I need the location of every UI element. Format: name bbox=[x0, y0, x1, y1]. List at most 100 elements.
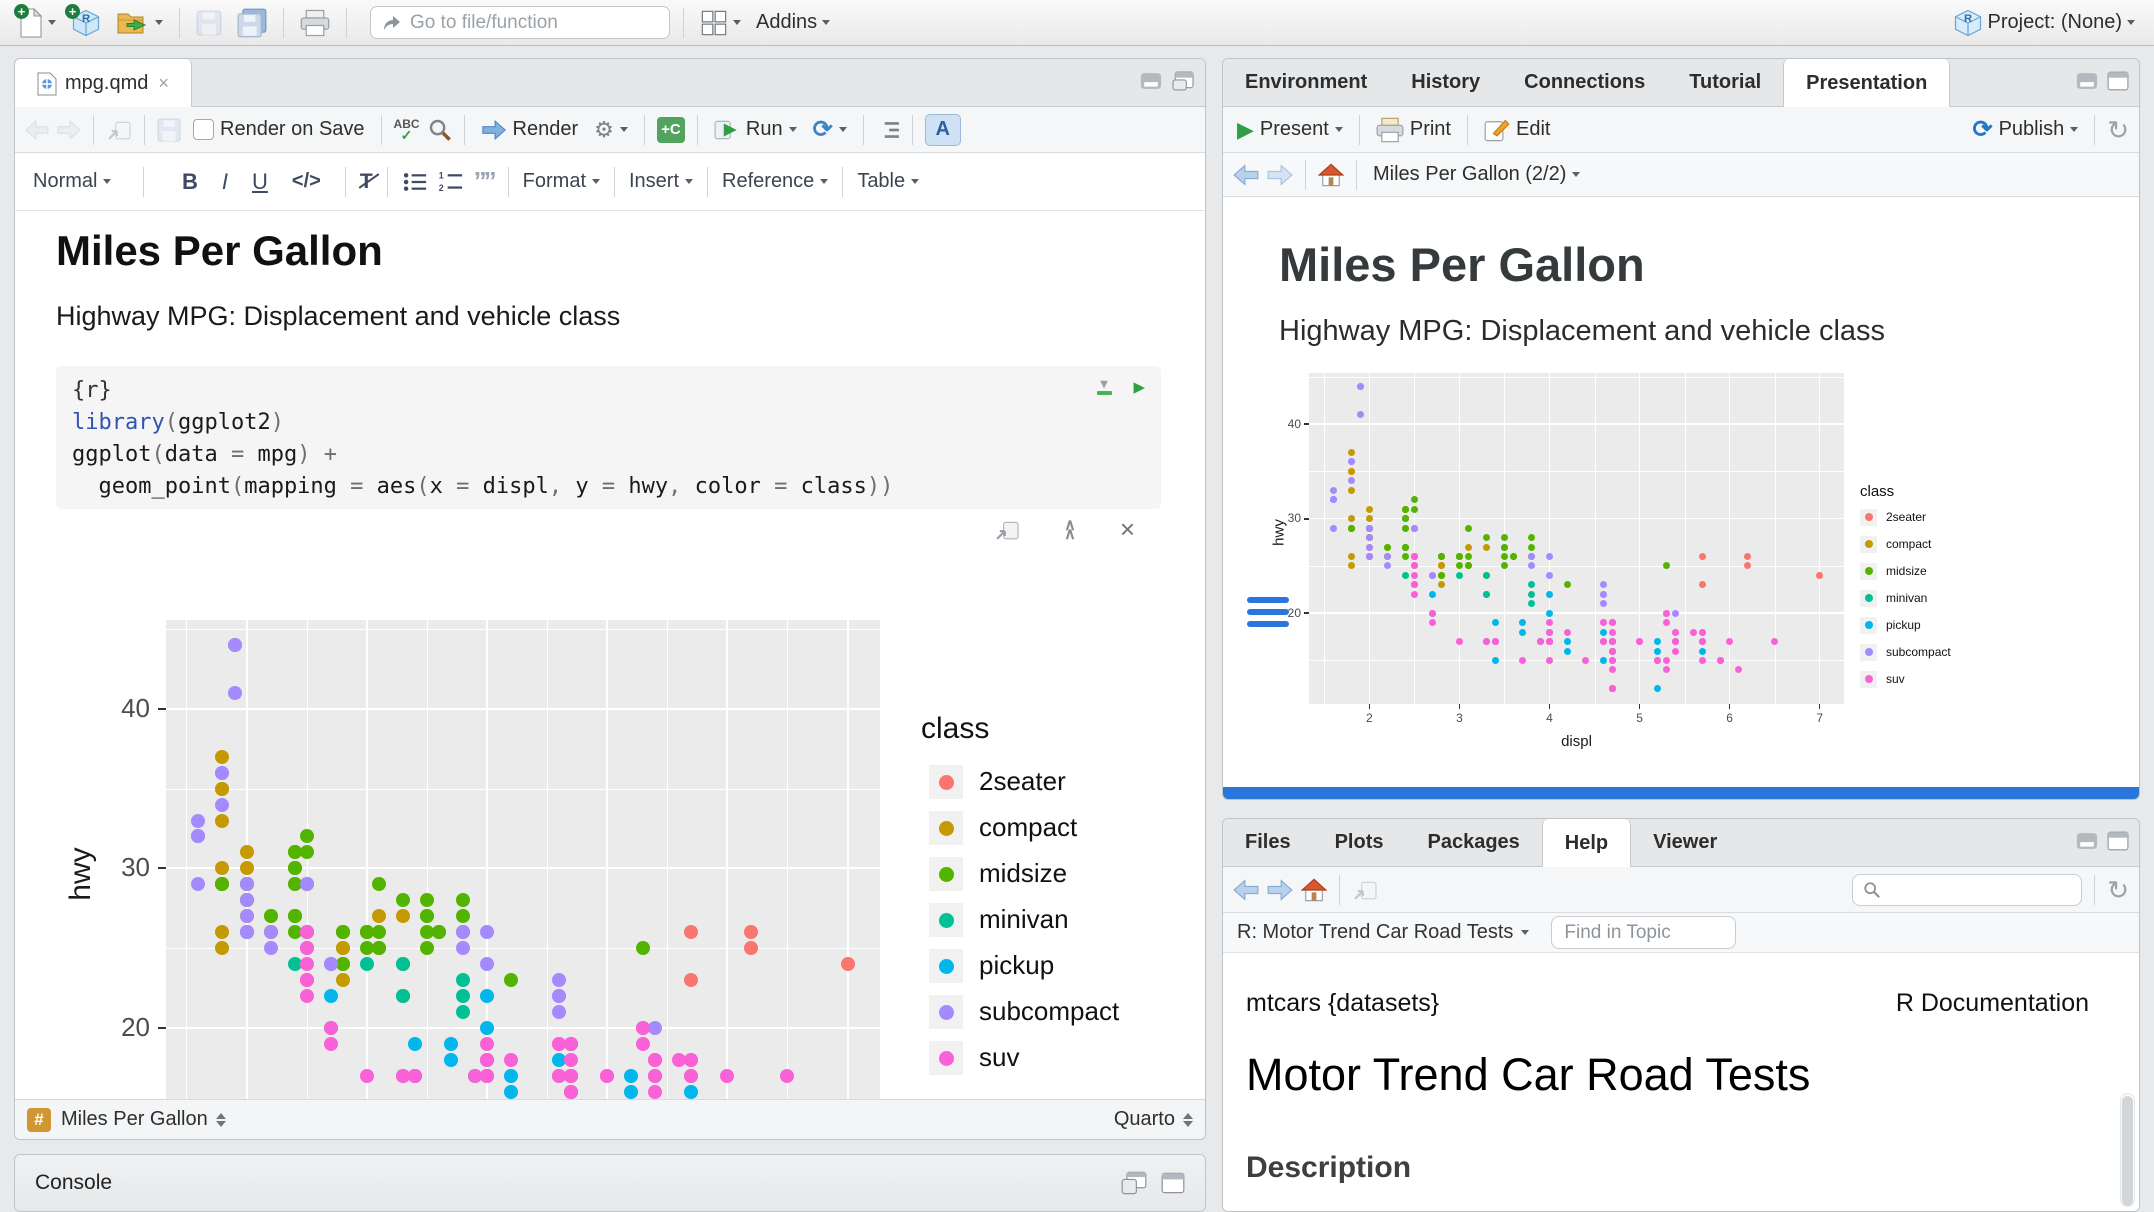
data-point bbox=[648, 1053, 662, 1067]
render-on-save-checkbox[interactable] bbox=[193, 119, 214, 140]
help-forward-icon[interactable] bbox=[1267, 879, 1293, 901]
collapse-output-icon[interactable]: ∧∧ bbox=[1064, 521, 1076, 539]
popout-help-icon[interactable] bbox=[1352, 879, 1378, 901]
new-file-button[interactable]: + bbox=[16, 5, 59, 41]
save-all-button[interactable] bbox=[234, 5, 270, 41]
render-on-save-toggle[interactable]: Render on Save bbox=[189, 116, 369, 143]
run-chunk-icon[interactable]: ▶ bbox=[1134, 378, 1145, 397]
save-icon[interactable] bbox=[157, 118, 181, 142]
visual-editor-toggle[interactable]: A bbox=[925, 114, 961, 146]
print-presentation-button[interactable]: Print bbox=[1372, 115, 1455, 145]
open-file-caret bbox=[155, 20, 163, 25]
goto-file-input[interactable] bbox=[410, 12, 640, 34]
present-button[interactable]: ▶ Present bbox=[1233, 116, 1347, 143]
tab-close-icon[interactable]: × bbox=[158, 73, 169, 94]
find-in-topic-box[interactable] bbox=[1551, 916, 1736, 949]
minimize-pane-icon[interactable] bbox=[2075, 832, 2099, 850]
home-icon[interactable] bbox=[1318, 163, 1344, 187]
help-home-icon[interactable] bbox=[1301, 878, 1327, 902]
tab-files[interactable]: Files bbox=[1223, 819, 1313, 866]
help-search-box[interactable] bbox=[1852, 874, 2082, 906]
tab-history[interactable]: History bbox=[1389, 59, 1502, 106]
tab-presentation[interactable]: Presentation bbox=[1783, 59, 1950, 108]
rerun-button[interactable]: ⟳ bbox=[809, 116, 851, 144]
presentation-toolbar: ▶ Present Print Edit ⟳ Publish ↻ bbox=[1223, 107, 2139, 153]
maximize-pane-icon[interactable] bbox=[1171, 71, 1195, 91]
search-icon[interactable] bbox=[428, 118, 452, 142]
forward-icon[interactable] bbox=[57, 120, 81, 140]
tab-viewer[interactable]: Viewer bbox=[1631, 819, 1739, 866]
refresh-icon[interactable]: ↻ bbox=[2107, 117, 2129, 143]
code-format-button[interactable]: </> bbox=[292, 170, 321, 193]
slide-menu-icon[interactable] bbox=[1247, 597, 1289, 627]
edit-presentation-button[interactable]: Edit bbox=[1480, 116, 1554, 144]
table-menu[interactable]: Table bbox=[857, 170, 919, 193]
find-in-topic-input[interactable] bbox=[1564, 922, 1723, 944]
outline-toggle-icon[interactable] bbox=[876, 120, 900, 140]
italic-button[interactable]: I bbox=[222, 169, 228, 195]
run-button[interactable]: Run bbox=[710, 116, 801, 143]
slide-back-icon[interactable] bbox=[1233, 164, 1259, 186]
panes-layout-button[interactable] bbox=[697, 5, 744, 41]
data-point bbox=[372, 925, 386, 939]
code-chunk[interactable]: {r} library(ggplot2)ggplot(data = mpg) +… bbox=[56, 366, 1161, 509]
format-menu[interactable]: Format bbox=[523, 170, 600, 193]
close-output-icon[interactable]: × bbox=[1120, 514, 1135, 545]
help-back-icon[interactable] bbox=[1233, 879, 1259, 901]
help-refresh-icon[interactable]: ↻ bbox=[2107, 877, 2129, 903]
doc-type-arrows-icon[interactable] bbox=[1183, 1113, 1193, 1127]
help-scrollbar[interactable] bbox=[2120, 1093, 2135, 1207]
outline-location[interactable]: Miles Per Gallon bbox=[61, 1108, 208, 1131]
slide-title-menu[interactable]: Miles Per Gallon (2/2) bbox=[1369, 161, 1584, 188]
run-chunks-above-icon[interactable]: ▼ bbox=[1097, 380, 1112, 395]
bullet-list-icon[interactable] bbox=[402, 172, 428, 192]
tab-mpg-qmd[interactable]: mpg.qmd × bbox=[15, 59, 192, 108]
maximize-pane-icon[interactable] bbox=[2107, 71, 2129, 91]
new-project-button[interactable]: R + bbox=[68, 5, 104, 41]
help-search-input[interactable] bbox=[1889, 879, 2059, 900]
minimize-pane-icon[interactable] bbox=[2075, 72, 2099, 90]
tab-help[interactable]: Help bbox=[1542, 819, 1631, 868]
bold-button[interactable]: B bbox=[182, 169, 198, 195]
insert-menu[interactable]: Insert bbox=[629, 170, 693, 193]
data-point bbox=[300, 925, 314, 939]
back-icon[interactable] bbox=[25, 120, 49, 140]
doc-type-label[interactable]: Quarto bbox=[1114, 1108, 1175, 1131]
underline-button[interactable]: U bbox=[252, 169, 268, 195]
tab-tutorial[interactable]: Tutorial bbox=[1667, 59, 1783, 106]
popout-window-icon[interactable] bbox=[106, 119, 132, 141]
save-button[interactable] bbox=[193, 5, 225, 41]
minimize-pane-icon[interactable] bbox=[1139, 72, 1163, 90]
tab-plots[interactable]: Plots bbox=[1313, 819, 1406, 866]
render-options-button[interactable]: ⚙ bbox=[590, 117, 632, 143]
popout-output-icon[interactable] bbox=[994, 519, 1020, 541]
render-icon bbox=[481, 120, 507, 140]
data-point bbox=[648, 1069, 662, 1083]
help-scrollbar-thumb[interactable] bbox=[2122, 1096, 2133, 1206]
render-button[interactable]: Render bbox=[477, 116, 583, 143]
slide-forward-icon[interactable] bbox=[1267, 164, 1293, 186]
addins-button[interactable]: Addins bbox=[753, 5, 833, 41]
numbered-list-icon[interactable]: 12 bbox=[438, 172, 464, 192]
insert-chunk-icon[interactable]: +C bbox=[657, 117, 685, 143]
project-menu-button[interactable]: R Project: (None) bbox=[1950, 5, 2139, 41]
maximize-pane-icon[interactable] bbox=[2107, 831, 2129, 851]
open-file-button[interactable] bbox=[113, 5, 166, 41]
tab-environment[interactable]: Environment bbox=[1223, 59, 1389, 106]
outline-location-arrows-icon[interactable] bbox=[216, 1113, 226, 1127]
console-header[interactable]: Console bbox=[15, 1155, 1205, 1211]
popout-console-icon[interactable] bbox=[1121, 1171, 1147, 1195]
publish-button[interactable]: ⟳ Publish bbox=[1968, 116, 2082, 144]
data-point bbox=[636, 1037, 650, 1051]
reference-menu[interactable]: Reference bbox=[722, 170, 828, 193]
help-topic-label[interactable]: R: Motor Trend Car Road Tests bbox=[1237, 921, 1513, 944]
paragraph-style-select[interactable]: Normal bbox=[33, 170, 129, 193]
spellcheck-icon[interactable]: ABC ✓ bbox=[394, 119, 420, 141]
print-button[interactable] bbox=[297, 5, 333, 41]
goto-file-search[interactable] bbox=[370, 6, 670, 39]
tab-connections[interactable]: Connections bbox=[1502, 59, 1667, 106]
clear-formatting-icon[interactable]: T bbox=[360, 170, 373, 194]
blockquote-icon[interactable]: ”” bbox=[474, 166, 494, 197]
maximize-console-icon[interactable] bbox=[1161, 1172, 1185, 1194]
tab-packages[interactable]: Packages bbox=[1405, 819, 1541, 866]
